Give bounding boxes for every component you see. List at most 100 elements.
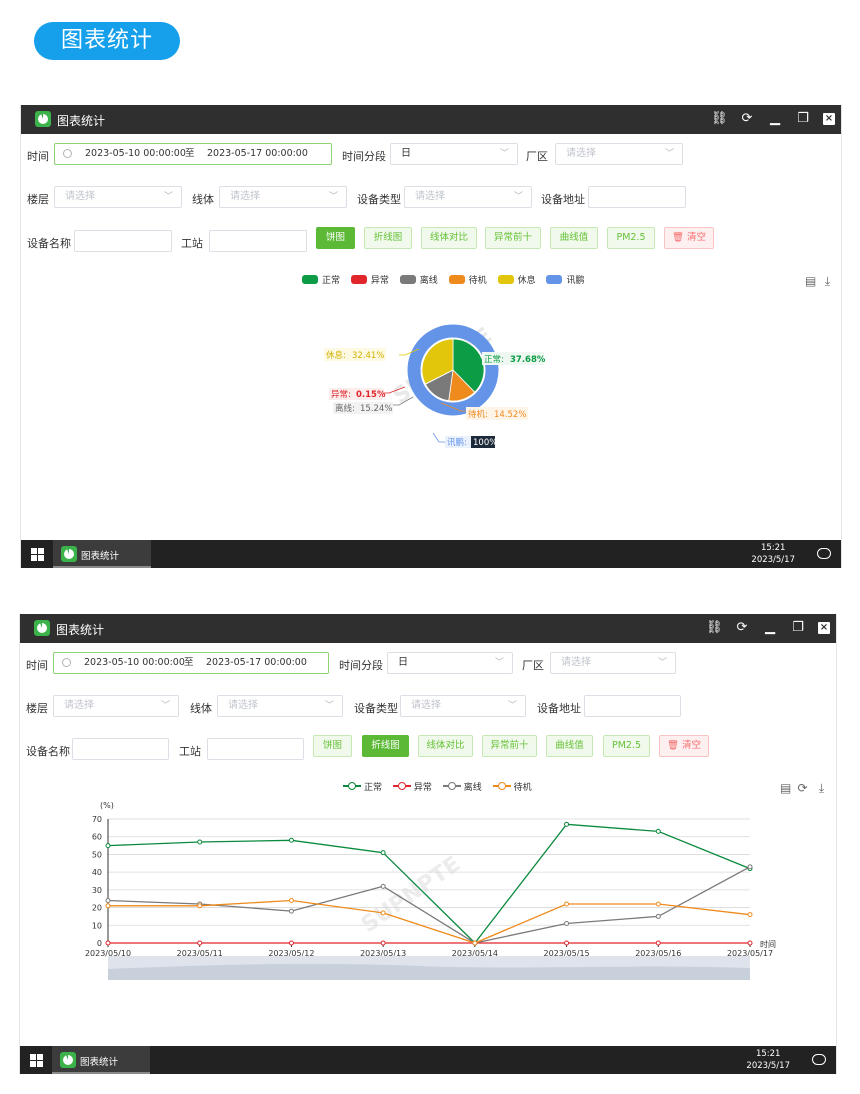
device-type-select[interactable]: 请选择 ﹀ [400, 695, 526, 717]
data-point[interactable] [564, 901, 570, 907]
minimize-icon[interactable]: ▁ [762, 620, 778, 636]
date-range-input[interactable]: 2023-05-10 00:00:00 至 2023-05-17 00:00:0… [54, 143, 332, 165]
segment-select[interactable]: 日 ﹀ [387, 652, 513, 674]
plant-select[interactable]: 请选择 ﹀ [555, 143, 683, 165]
curve-value-button[interactable]: 曲线值 [546, 735, 593, 757]
data-point[interactable] [380, 883, 386, 889]
legend-swatch [302, 275, 318, 284]
refresh-icon[interactable]: ⟳ [734, 620, 750, 636]
close-icon[interactable]: × [823, 113, 835, 125]
data-point[interactable] [105, 940, 111, 946]
line-select[interactable]: 请选择 ﹀ [219, 186, 347, 208]
device-type-select[interactable]: 请选择 ﹀ [404, 186, 532, 208]
segment-value: 日 [398, 657, 408, 668]
link-icon[interactable]: ⛓ [711, 111, 728, 127]
taskbar-app[interactable]: 图表统计 [53, 540, 151, 568]
data-point[interactable] [655, 828, 661, 834]
link-icon[interactable]: ⛓ [706, 620, 723, 636]
data-point[interactable] [288, 837, 294, 843]
data-point[interactable] [105, 903, 111, 909]
label-offline-pct: 15.24% [360, 404, 392, 414]
data-point[interactable] [380, 850, 386, 856]
pie-chart-button[interactable]: 饼图 [313, 735, 352, 757]
pie-chart-button[interactable]: 饼图 [316, 227, 355, 249]
device-name-input[interactable] [74, 230, 172, 252]
line-compare-button[interactable]: 线体对比 [418, 735, 473, 757]
legend-item[interactable]: 离线 [442, 780, 482, 793]
device-name-input[interactable] [72, 738, 169, 760]
data-point[interactable] [655, 913, 661, 919]
data-point[interactable] [380, 940, 386, 946]
data-point[interactable] [747, 864, 753, 870]
data-point[interactable] [105, 843, 111, 849]
data-point[interactable] [472, 940, 478, 946]
close-icon[interactable]: × [818, 622, 830, 634]
pm25-button[interactable]: PM2.5 [607, 227, 655, 249]
system-clock[interactable]: 15:21 2023/5/17 [746, 1048, 790, 1072]
data-point[interactable] [564, 821, 570, 827]
data-point[interactable] [564, 940, 570, 946]
floor-select[interactable]: 请选择 ﹀ [53, 695, 179, 717]
window-title: 图表统计 [57, 114, 106, 128]
data-point[interactable] [197, 940, 203, 946]
legend-item[interactable]: 异常 [392, 780, 432, 793]
data-point[interactable] [564, 921, 570, 927]
notification-icon[interactable] [812, 1054, 826, 1065]
floor-placeholder: 请选择 [64, 700, 94, 711]
label-xunpeng-pct: 100% [473, 438, 497, 448]
pm25-button[interactable]: PM2.5 [603, 735, 650, 757]
station-input[interactable] [209, 230, 307, 252]
data-point[interactable] [197, 839, 203, 845]
data-point[interactable] [288, 897, 294, 903]
notification-icon[interactable] [817, 548, 831, 559]
segment-select[interactable]: 日 ﹀ [390, 143, 518, 165]
minimize-icon[interactable]: ▁ [767, 111, 783, 127]
curve-value-button[interactable]: 曲线值 [550, 227, 598, 249]
legend-item[interactable]: 待机 [492, 780, 532, 793]
y-tick-label: 10 [92, 921, 102, 930]
start-icon[interactable] [30, 1054, 43, 1067]
data-point[interactable] [197, 903, 203, 909]
station-input[interactable] [207, 738, 304, 760]
time-label: 时间 [27, 150, 49, 163]
data-point[interactable] [380, 910, 386, 916]
data-point[interactable] [288, 908, 294, 914]
line-label: 线体 [190, 702, 212, 715]
clock-time: 15:21 [760, 543, 786, 553]
line-select[interactable]: 请选择 ﹀ [217, 695, 343, 717]
data-point[interactable] [105, 897, 111, 903]
data-point[interactable] [747, 940, 753, 946]
line-chart-button[interactable]: 折线图 [364, 227, 412, 249]
clear-button[interactable]: 🗑 清空 [664, 227, 714, 249]
restore-icon[interactable]: ❐ [795, 111, 811, 127]
top10-abnormal-button[interactable]: 异常前十 [485, 227, 541, 249]
legend-label: 离线 [463, 783, 482, 793]
data-point[interactable] [288, 940, 294, 946]
floor-label: 楼层 [27, 193, 49, 206]
system-clock[interactable]: 15:21 2023/5/17 [751, 542, 795, 566]
date-range-input[interactable]: 2023-05-10 00:00:00 至 2023-05-17 00:00:0… [53, 652, 329, 674]
legend-swatch [343, 782, 361, 790]
device-addr-input[interactable] [584, 695, 681, 717]
clear-button[interactable]: 🗑 清空 [659, 735, 709, 757]
line-chart-button[interactable]: 折线图 [362, 735, 409, 757]
restore-icon[interactable]: ❐ [790, 620, 806, 636]
legend-swatch [492, 782, 511, 790]
series-line[interactable] [108, 899, 751, 944]
floor-select[interactable]: 请选择 ﹀ [54, 186, 182, 208]
legend-item[interactable]: 正常 [343, 780, 382, 793]
device-addr-input[interactable] [588, 186, 686, 208]
taskbar-app[interactable]: 图表统计 [52, 1046, 150, 1074]
top10-abnormal-button[interactable]: 异常前十 [482, 735, 537, 757]
data-point[interactable] [747, 912, 753, 918]
plant-select[interactable]: 请选择 ﹀ [550, 652, 676, 674]
refresh-icon[interactable]: ⟳ [739, 111, 755, 127]
start-icon[interactable] [31, 548, 44, 561]
line-chart: SUPNPTE (%) 时间 0102030405060702023/05/10… [85, 801, 776, 980]
legend-swatch [497, 275, 514, 284]
line-compare-button[interactable]: 线体对比 [421, 227, 477, 249]
data-point[interactable] [655, 940, 661, 946]
data-point[interactable] [655, 901, 661, 907]
floor-placeholder: 请选择 [65, 191, 95, 202]
date-separator: 至 [184, 657, 194, 668]
